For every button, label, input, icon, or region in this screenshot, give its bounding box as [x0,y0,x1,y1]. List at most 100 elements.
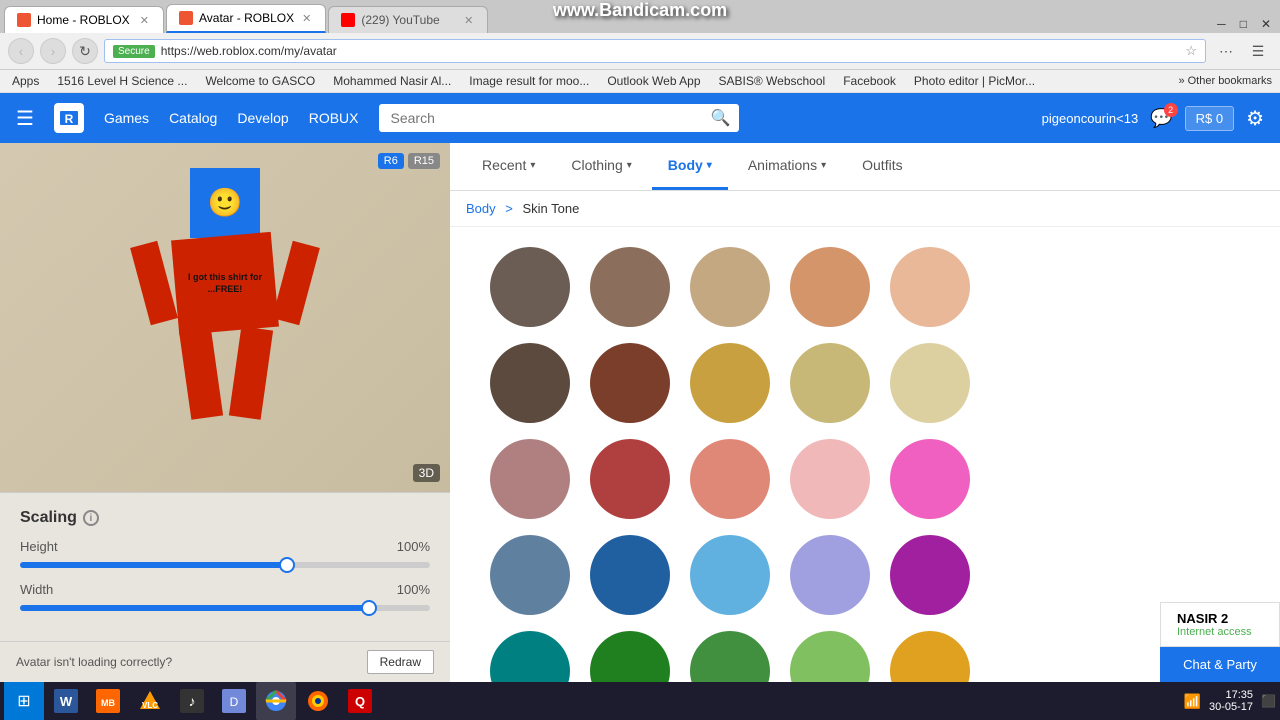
nav-games[interactable]: Games [104,110,149,126]
color-swatch-c8[interactable] [690,343,770,423]
color-swatch-c14[interactable] [790,439,870,519]
width-slider-track[interactable] [20,605,430,611]
color-swatch-c20[interactable] [890,535,970,615]
color-swatch-c25[interactable] [890,631,970,682]
tab-recent[interactable]: Recent ▾ [466,143,551,190]
color-swatch-c4[interactable] [790,247,870,327]
tab-animations[interactable]: Animations ▾ [732,143,842,190]
color-swatch-c9[interactable] [790,343,870,423]
bookmark-7[interactable]: Facebook [839,72,900,90]
bookmark-1[interactable]: 1516 Level H Science ... [53,72,191,90]
tab-close-avatar[interactable]: ✕ [300,12,313,25]
color-swatch-c3[interactable] [690,247,770,327]
color-swatch-c15[interactable] [890,439,970,519]
bookmark-apps[interactable]: Apps [8,72,43,90]
color-row-0 [470,247,1260,327]
svg-text:W: W [60,694,73,709]
taskbar-firefox[interactable] [298,682,338,720]
hamburger-icon[interactable]: ☰ [16,106,34,131]
color-swatch-c1[interactable] [490,247,570,327]
color-swatch-c7[interactable] [590,343,670,423]
bookmark-4[interactable]: Image result for moo... [465,72,593,90]
search-button[interactable]: 🔍 [711,108,731,128]
notification-icon[interactable]: ⬛ [1261,694,1276,708]
tab-home[interactable]: Home - ROBLOX ✕ [4,6,164,33]
maximize-btn[interactable]: □ [1235,15,1252,33]
svg-text:VLC: VLC [142,701,158,710]
chrome-icon [264,689,288,713]
height-label: Height [20,539,58,554]
taskbar-chrome[interactable] [256,682,296,720]
color-swatch-c24[interactable] [790,631,870,682]
reload-button[interactable]: ↻ [72,38,98,64]
color-swatch-c19[interactable] [790,535,870,615]
color-swatch-c22[interactable] [590,631,670,682]
address-bar[interactable]: Secure https://web.roblox.com/my/avatar … [104,39,1206,63]
width-slider-thumb[interactable] [361,600,377,616]
color-swatch-c2[interactable] [590,247,670,327]
robux-button[interactable]: R$ 0 [1185,106,1234,131]
color-swatch-c21[interactable] [490,631,570,682]
minimize-btn[interactable]: ─ [1212,15,1231,33]
color-swatch-c10[interactable] [890,343,970,423]
taskbar-discord[interactable]: D [214,682,254,720]
tab-close-home[interactable]: ✕ [138,14,151,27]
color-swatch-c5[interactable] [890,247,970,327]
svg-text:D: D [230,695,239,709]
start-button[interactable]: ⊞ [4,682,44,720]
taskbar-music[interactable]: ♪ [172,682,212,720]
tab-outfits[interactable]: Outfits [846,143,918,190]
time-display: 17:35 [1209,689,1253,701]
taskbar-word[interactable]: W [46,682,86,720]
bookmark-6[interactable]: SABIS® Webschool [715,72,830,90]
back-button[interactable]: ‹ [8,38,34,64]
tab-close-youtube[interactable]: ✕ [462,14,475,27]
tab-body[interactable]: Body ▾ [652,143,728,190]
discord-icon: D [222,689,246,713]
close-btn[interactable]: ✕ [1256,15,1276,33]
color-swatch-c17[interactable] [590,535,670,615]
height-slider-track[interactable] [20,562,430,568]
height-slider-thumb[interactable] [279,557,295,573]
bookmarks-bar: Apps 1516 Level H Science ... Welcome to… [0,70,1280,93]
tab-avatar[interactable]: Avatar - ROBLOX ✕ [166,4,326,33]
bookmark-2[interactable]: Welcome to GASCO [201,72,319,90]
nav-catalog[interactable]: Catalog [169,110,217,126]
breadcrumb-parent[interactable]: Body [466,201,496,216]
taskbar-mb[interactable]: MB [88,682,128,720]
nav-robux[interactable]: ROBUX [309,110,359,126]
music-icon: ♪ [180,689,204,713]
color-swatch-c11[interactable] [490,439,570,519]
redraw-button[interactable]: Redraw [367,650,434,674]
roblox-logo[interactable]: R [54,103,84,133]
tab-animations-arrow: ▾ [821,160,826,171]
color-swatch-c23[interactable] [690,631,770,682]
browser-tabs-bar: Home - ROBLOX ✕ Avatar - ROBLOX ✕ (229) … [0,0,1280,33]
chat-party-button[interactable]: Chat & Party [1160,647,1280,682]
settings-icon[interactable]: ⚙ [1246,106,1264,131]
scaling-info-icon[interactable]: i [83,510,99,526]
bookmarks-more[interactable]: » Other bookmarks [1178,75,1272,87]
bookmark-5[interactable]: Outlook Web App [603,72,704,90]
color-swatch-c18[interactable] [690,535,770,615]
bookmark-8[interactable]: Photo editor | PicMor... [910,72,1039,90]
menu-button[interactable]: ☰ [1244,37,1272,65]
color-swatch-c13[interactable] [690,439,770,519]
extensions-button[interactable]: ⋯ [1212,37,1240,65]
nav-develop[interactable]: Develop [237,110,288,126]
tab-youtube[interactable]: (229) YouTube ✕ [328,6,488,33]
tab-clothing[interactable]: Clothing ▾ [555,143,647,190]
bookmark-star-icon[interactable]: ☆ [1185,43,1197,59]
chat-status: Internet access [1177,626,1263,638]
badge-r6[interactable]: R6 [378,153,404,169]
color-swatch-c6[interactable] [490,343,570,423]
forward-button[interactable]: › [40,38,66,64]
color-swatch-c16[interactable] [490,535,570,615]
taskbar-roblox-q[interactable]: Q [340,682,380,720]
bookmark-3[interactable]: Mohammed Nasir Al... [329,72,455,90]
taskbar-vlc[interactable]: VLC [130,682,170,720]
color-swatch-c12[interactable] [590,439,670,519]
messages-icon[interactable]: 💬 2 [1150,108,1172,129]
search-input[interactable] [379,104,739,132]
badge-r15[interactable]: R15 [408,153,440,169]
